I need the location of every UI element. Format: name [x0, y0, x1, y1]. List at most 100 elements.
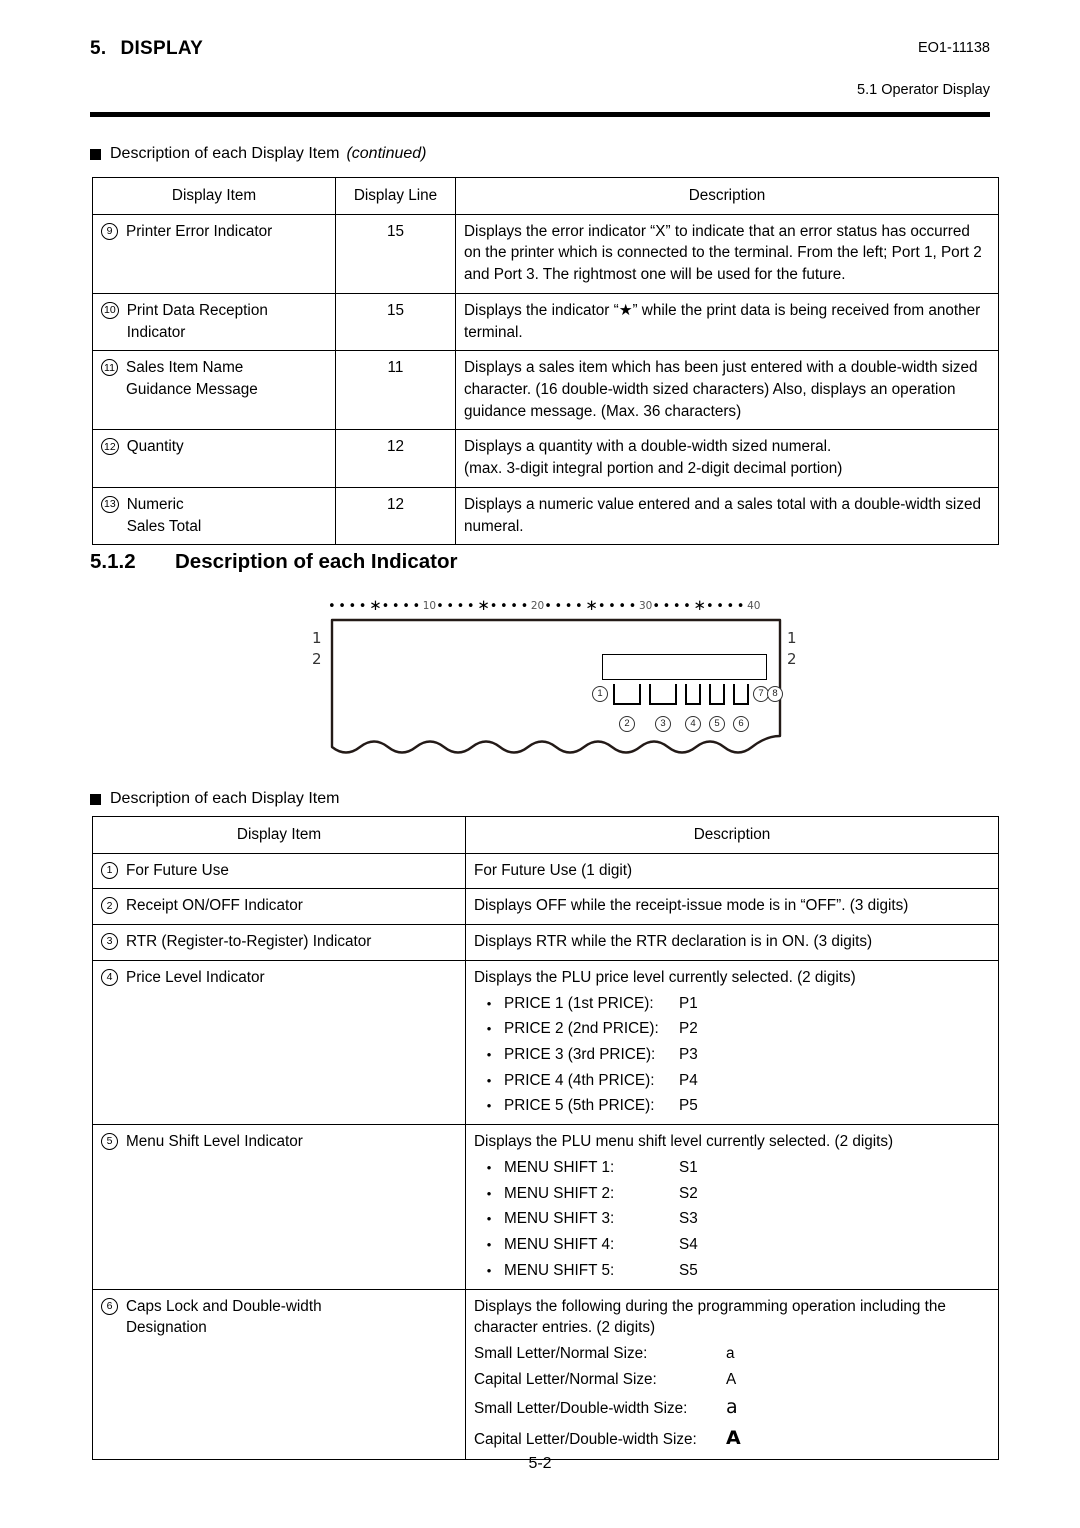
display-item-continued-table: Display Item Display Line Description 9P…: [92, 177, 999, 546]
item-label-line2: Designation: [126, 1319, 207, 1337]
description-text: Displays the PLU menu shift level curren…: [474, 1133, 894, 1151]
item-index-circle: 2: [101, 897, 118, 915]
sublist-item: • MENU SHIFT 5: S5: [474, 1260, 990, 1282]
callout-4: 4: [685, 716, 701, 732]
cell-description: For Future Use (1 digit): [465, 852, 999, 890]
cell-description: Displays the indicator “★” while the pri…: [455, 292, 999, 352]
bullet-dot-icon: •: [486, 1159, 492, 1175]
table-row: 12 Quantity 12 Displays a quantity with a d…: [92, 429, 999, 488]
cell-description: Displays RTR while the RTR declaration i…: [465, 924, 999, 961]
cell-display-item: 6 Caps Lock and Double-width Designation: [92, 1288, 466, 1461]
item-index-circle: 1: [101, 861, 118, 879]
table-row: 3 RTR (Register-to-Register) Indicator Dis…: [92, 924, 999, 961]
sublist-label: MENU SHIFT 1:: [504, 1158, 615, 1176]
key-value-row: Capital Letter/Double-width Size: A: [474, 1425, 990, 1452]
cell-description: Displays a numeric value entered and a s…: [455, 486, 999, 546]
key-value-row: Capital Letter/Normal Size: A: [474, 1369, 990, 1391]
section-title-text: Description of each Display Item: [110, 145, 340, 162]
item-index-circle: 13: [101, 495, 119, 513]
cell-description: Displays a sales item which has been jus…: [455, 350, 999, 431]
ruler-tick-number: 10: [422, 600, 437, 612]
description-text: Displays a numeric value entered and a s…: [464, 495, 981, 535]
sublist-item: • MENU SHIFT 2: S2: [474, 1183, 990, 1205]
item-index-circle: 6: [101, 1297, 118, 1315]
cell-display-item: 2 Receipt ON/OFF Indicator: [92, 888, 466, 926]
page-header: 5. DISPLAY EO1-11138 5.1 Operator Display: [90, 38, 990, 98]
callout-6: 6: [733, 716, 749, 732]
ruler-dots: ••••: [328, 599, 370, 614]
bullet-dot-icon: •: [486, 1072, 492, 1088]
ruler-star-mark: ∗: [693, 596, 706, 614]
sublist-item: • MENU SHIFT 3: S3: [474, 1208, 990, 1230]
sublist-label: MENU SHIFT 2:: [504, 1184, 615, 1202]
table-body: 9 Printer Error Indicator 15 Displays the e…: [92, 213, 999, 546]
item-label: Caps Lock and Double-width Designation: [126, 1296, 322, 1339]
page-footer: 5-2: [0, 1455, 1080, 1473]
section-number: 5.1.2: [90, 550, 136, 573]
key-value: a: [726, 1396, 738, 1419]
item-label: Price Level Indicator: [126, 968, 265, 986]
key-label: Small Letter/Double-width Size:: [474, 1400, 688, 1418]
sublist-value: P1: [679, 994, 698, 1012]
line-label-right-1: 1: [787, 629, 797, 647]
key-value-row: Small Letter/Normal Size: a: [474, 1343, 990, 1365]
cell-description: Displays the PLU price level currently s…: [465, 959, 999, 1126]
table-header-row: Display Item Display Line Description: [92, 177, 999, 215]
item-label: RTR (Register-to-Register) Indicator: [126, 933, 372, 951]
sublist-label: PRICE 1 (1st PRICE):: [504, 994, 654, 1012]
callout-5: 5: [709, 716, 725, 732]
ruler-dots: ••••: [436, 599, 478, 614]
col-description: Description: [455, 177, 999, 215]
description-text: Displays the indicator “★” while the pri…: [464, 301, 981, 341]
indicator-callout-brackets: 1 2 3 4 5 6 7 8: [592, 682, 783, 742]
table-body: 1 For Future Use For Future Use (1 digit) 2…: [92, 852, 999, 1461]
sublist-value: S2: [679, 1184, 698, 1202]
table-row: 6 Caps Lock and Double-width Designation Di…: [92, 1288, 999, 1461]
sublist-value: P2: [679, 1020, 698, 1038]
table-row: 10 Print Data Reception Indicator 15 Display…: [92, 292, 999, 352]
operator-display-diagram: ••••∗••••10••••∗••••20••••∗••••30••••∗••…: [290, 596, 820, 768]
bullet-dot-icon: •: [486, 1185, 492, 1201]
ruler-star-mark: ∗: [369, 596, 382, 614]
cell-display-item: 9 Printer Error Indicator: [92, 213, 336, 294]
col-display-item: Display Item: [92, 816, 466, 854]
ruler-dots: ••••: [489, 599, 531, 614]
item-index-circle: 10: [101, 301, 119, 319]
bullet-dot-icon: •: [486, 995, 492, 1011]
sublist-value: P5: [679, 1097, 698, 1115]
description-text: Displays the PLU price level currently s…: [474, 968, 856, 986]
chapter-title: DISPLAY: [120, 38, 204, 59]
section-title-continued-note: (continued): [346, 145, 427, 162]
key-value: A: [726, 1427, 741, 1450]
description-sublist: • PRICE 1 (1st PRICE): P1 • PRICE 2 (2nd PRI…: [474, 993, 990, 1118]
line-label-left-2: 2: [312, 650, 322, 668]
item-index-circle: 3: [101, 933, 118, 951]
cell-display-item: 10 Print Data Reception Indicator: [92, 292, 336, 352]
sublist-label: PRICE 2 (2nd PRICE):: [504, 1020, 659, 1038]
sublist-item: • PRICE 3 (3rd PRICE): P3: [474, 1044, 990, 1066]
item-label: Receipt ON/OFF Indicator: [126, 897, 303, 915]
cell-description: Displays OFF while the receipt-issue mod…: [465, 888, 999, 926]
cell-description: Displays the following during the progra…: [465, 1288, 999, 1461]
ruler-star-mark: ∗: [477, 596, 490, 614]
description-text: Displays OFF while the receipt-issue mod…: [474, 897, 909, 915]
bullet-dot-icon: •: [486, 1021, 492, 1037]
column-ruler-scale: ••••∗••••10••••∗••••20••••∗••••30••••∗••…: [328, 596, 800, 616]
bullet-dot-icon: •: [486, 1237, 492, 1253]
cell-display-item: 3 RTR (Register-to-Register) Indicator: [92, 924, 466, 961]
cell-display-item: 5 Menu Shift Level Indicator: [92, 1124, 466, 1290]
item-label-line2: Sales Total: [126, 517, 202, 535]
cell-display-line: 15: [335, 213, 456, 294]
table-row: 13 Numeric Sales Total 12 Displays a numeric…: [92, 486, 999, 546]
bullet-dot-icon: •: [486, 1211, 492, 1227]
cell-description: Displays the error indicator “X” to indi…: [455, 213, 999, 294]
sublist-label: MENU SHIFT 4:: [504, 1236, 615, 1254]
key-value-row: Small Letter/Double-width Size: a: [474, 1394, 990, 1421]
table-row: 11 Sales Item Name Guidance Message 11 Displ…: [92, 350, 999, 431]
sublist-item: • PRICE 1 (1st PRICE): P1: [474, 993, 990, 1015]
key-label: Capital Letter/Normal Size:: [474, 1370, 657, 1388]
ruler-star-mark: ∗: [585, 596, 598, 614]
ruler-tick-number: 20: [530, 600, 545, 612]
cell-display-item: 1 For Future Use: [92, 852, 466, 890]
description-text: Displays a quantity with a double-width …: [464, 438, 843, 478]
